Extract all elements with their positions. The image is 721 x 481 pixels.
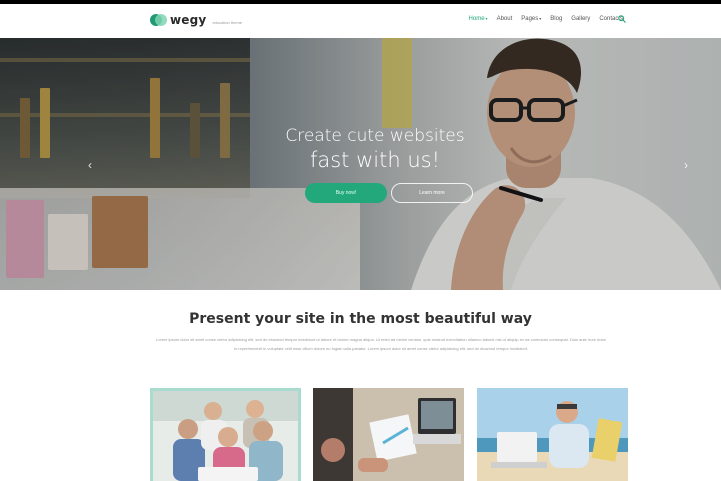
- search-icon[interactable]: [618, 15, 626, 23]
- nav-item-about[interactable]: About: [497, 16, 513, 22]
- hero-subtitle: fast with us!: [309, 148, 440, 172]
- nav-item-label: Home: [468, 16, 485, 22]
- learn-more-button[interactable]: Learn more: [391, 183, 473, 203]
- group-of-students-image: [153, 391, 298, 481]
- buy-now-button[interactable]: Buy now!: [305, 183, 387, 203]
- hero-slider: Create cute websites fast with us! Buy n…: [0, 38, 721, 290]
- site-header: wegy education theme Home▾ About Pages▾ …: [0, 4, 721, 38]
- page: wegy education theme Home▾ About Pages▾ …: [0, 4, 721, 481]
- logo-name: wegy: [170, 13, 207, 27]
- chevron-down-icon: ▾: [485, 16, 488, 21]
- chevron-left-icon[interactable]: ‹: [88, 158, 92, 172]
- chevron-right-icon[interactable]: ›: [684, 158, 688, 172]
- nav-item-blog[interactable]: Blog: [550, 16, 562, 22]
- team-working-with-laptop-image: [313, 388, 464, 481]
- man-with-laptop-on-beach-image: [477, 388, 628, 481]
- nav-item-gallery[interactable]: Gallery: [571, 16, 590, 22]
- card-students-photo[interactable]: [150, 388, 301, 481]
- nav-item-label: Pages: [521, 16, 539, 22]
- logo[interactable]: wegy education theme: [150, 13, 242, 27]
- nav-item-pages[interactable]: Pages▾: [521, 16, 541, 22]
- feature-cards: [150, 388, 628, 481]
- logo-tagline: education theme: [212, 19, 243, 25]
- chevron-down-icon: ▾: [539, 16, 542, 21]
- nav-item-home[interactable]: Home▾: [469, 16, 488, 22]
- section-text: Lorem ipsum dolor sit amet conse ctetur …: [156, 337, 607, 351]
- card-team-photo[interactable]: [313, 388, 464, 481]
- nav-item-label: Gallery: [571, 16, 591, 22]
- nav-item-label: About: [496, 16, 513, 22]
- card-beach-photo[interactable]: [477, 388, 628, 481]
- main-nav: Home▾ About Pages▾ Blog Gallery Contacts: [469, 16, 623, 22]
- logo-icon: [150, 14, 167, 26]
- hero-title: Create cute websites: [285, 126, 465, 146]
- nav-item-label: Blog: [550, 16, 563, 22]
- section-title: Present your site in the most beautiful …: [189, 311, 532, 327]
